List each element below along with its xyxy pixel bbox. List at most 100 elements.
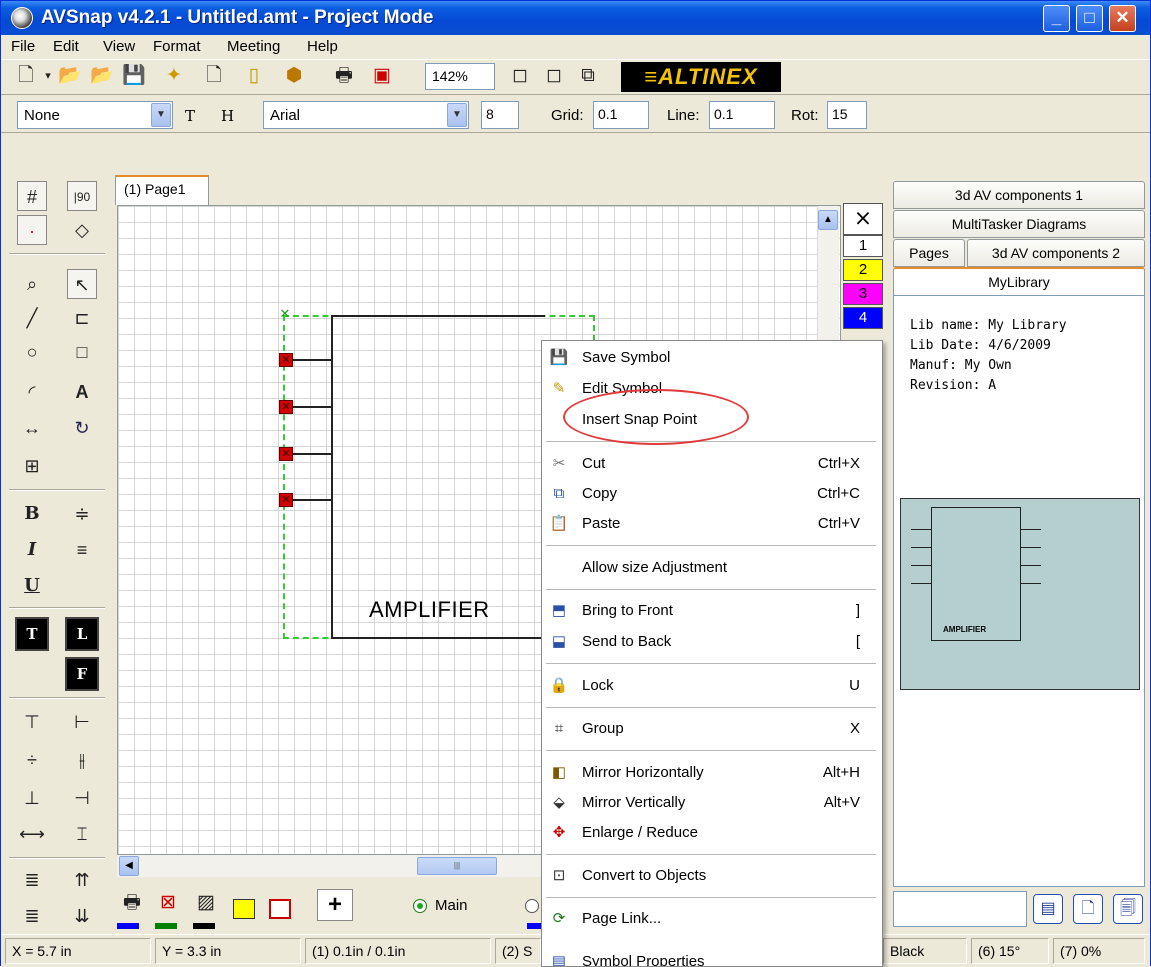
black-swatch[interactable] [193,923,215,929]
main-radio[interactable] [413,899,427,913]
menu-format[interactable]: Format [153,38,201,55]
other-radio[interactable] [525,899,539,913]
align-middle-icon[interactable]: ÷ [17,745,47,775]
align-center-icon[interactable]: ≑ [67,499,97,529]
chevron-down-icon[interactable]: ▼ [447,103,467,127]
close-button[interactable]: ✕ [1109,5,1136,32]
dimension-icon[interactable]: ↔ [17,413,47,443]
menu-meeting[interactable]: Meeting [227,38,280,55]
tab-page1[interactable]: (1) Page1 [115,175,209,205]
grid-field[interactable]: 0.1 [593,101,649,129]
detail-view-icon[interactable]: 🗐 [1113,894,1143,924]
menu-help[interactable]: Help [307,38,338,55]
tab-mylibrary[interactable]: MyLibrary [893,267,1145,295]
menu-edit[interactable]: Edit [53,38,79,55]
text-tool-t[interactable]: T [185,107,195,125]
symbol-icon[interactable]: ▯ [241,64,267,90]
tab-3d-av-components-2[interactable]: 3d AV components 2 [967,239,1145,267]
printer-color-icon[interactable]: 🖶 [119,891,145,917]
menu-item-cut[interactable]: ✂ Cut Ctrl+X [542,449,882,479]
snap-point-marker[interactable]: ✕ [279,353,293,367]
menu-item-symbol-properties[interactable]: ▤ Symbol Properties [542,947,882,966]
green-swatch[interactable] [155,923,177,929]
page-landscape-icon[interactable]: ◻ [541,64,567,90]
align-center-v-icon[interactable]: ⫲ [67,745,97,775]
open-folder-star-icon[interactable]: 📂 [89,64,115,90]
magnifier-icon[interactable]: ⌕ [17,269,47,299]
image-icon[interactable]: ▨ [193,891,219,917]
rotate-icon[interactable]: ↻ [67,413,97,443]
align-top-icon[interactable]: ⊤ [17,707,47,737]
rectangle-icon[interactable]: □ [67,337,97,367]
layer-1[interactable]: 1 [843,235,883,257]
tab-3d-av-components-1[interactable]: 3d AV components 1 [893,181,1145,209]
zoom-field[interactable]: 142% [425,63,495,90]
menu-view[interactable]: View [103,38,135,55]
align-right-icon[interactable]: ⊣ [67,783,97,813]
menu-item-bring-to-front[interactable]: ⬒ Bring to Front ] [542,596,882,626]
line-icon[interactable]: ╱ [17,303,47,333]
order-bottom-icon[interactable]: ⇊ [67,901,97,931]
ellipse-icon[interactable]: ○ [17,337,47,367]
text-tool[interactable]: A [67,377,97,407]
underline-button[interactable]: U [17,571,47,601]
grid-icon[interactable]: # [17,181,47,211]
menu-item-save-symbol[interactable]: 💾 Save Symbol [542,343,882,373]
angle-90-button[interactable]: |90 [67,181,97,211]
add-button[interactable]: + [317,889,353,921]
menu-item-mirror-vertically[interactable]: ⬙ Mirror Vertically Alt+V [542,788,882,818]
menu-item-convert-to-objects[interactable]: ⊡ Convert to Objects [542,861,882,891]
page-icon[interactable]: 🗋 [201,64,227,90]
bold-button[interactable]: B [17,499,47,529]
space-horizontal-icon[interactable]: ⟷ [17,819,47,849]
page-view-icon[interactable]: 🗋 [1073,894,1103,924]
snap-point-marker[interactable]: ✕ [279,400,293,414]
order-down-icon[interactable]: ≣ [17,901,47,931]
print-icon[interactable]: 🖶 [331,64,357,90]
pages-icon[interactable]: ⧉ [575,64,601,90]
library-icon[interactable]: ⬢ [281,64,307,90]
font-select[interactable]: Arial ▼ [263,101,469,129]
node-icon[interactable]: ◇ [67,215,97,245]
space-vertical-icon[interactable]: ⌶ [67,819,97,849]
page-portrait-icon[interactable]: ◻ [507,64,533,90]
pointer-icon[interactable]: ↖ [67,269,97,299]
menu-item-allow-size-adjustment[interactable]: Allow size Adjustment [542,553,882,583]
font-size-field[interactable]: 8 [481,101,519,129]
chevron-down-icon[interactable]: ▼ [151,103,171,127]
line-color-button[interactable]: L [65,617,99,651]
menu-file[interactable]: File [11,38,35,55]
align-bottom-icon[interactable]: ⊥ [17,783,47,813]
symbol-preview[interactable]: AMPLIFIER [900,498,1140,690]
layer-3[interactable]: 3 [843,283,883,305]
save-icon[interactable]: 💾 [121,64,147,90]
rot-field[interactable]: 15 [827,101,867,129]
list-view-icon[interactable]: ▤ [1033,894,1063,924]
scroll-up-icon[interactable]: ▲ [818,210,838,230]
style-select[interactable]: None ▼ [17,101,173,129]
menu-item-paste[interactable]: 📋 Paste Ctrl+V [542,509,882,539]
align-left-icon[interactable]: ⊢ [67,707,97,737]
tab-multitasker-diagrams[interactable]: MultiTasker Diagrams [893,210,1145,238]
line-swatch[interactable] [269,899,291,919]
text-tool-h[interactable]: H [221,107,234,125]
minimize-button[interactable]: _ [1043,5,1070,32]
snap-point-marker[interactable]: ✕ [279,493,293,507]
all-layers-icon[interactable]: ⨯ [843,203,883,235]
line-field[interactable]: 0.1 [709,101,775,129]
snap-point-icon[interactable]: · [17,215,47,245]
handle-icon[interactable]: ✕ [279,307,291,320]
justify-icon[interactable]: ≡ [67,535,97,565]
table-icon[interactable]: ⊞ [17,451,47,481]
library-search-field[interactable] [893,891,1027,927]
open-folder-icon[interactable]: 📂 [57,64,83,90]
layer-2[interactable]: 2 [843,259,883,281]
menu-item-enlarge-reduce[interactable]: ✥ Enlarge / Reduce [542,818,882,848]
tab-pages[interactable]: Pages [893,239,965,267]
menu-item-page-link[interactable]: ⟳ Page Link... [542,904,882,934]
frame-icon[interactable]: ▣ [369,64,395,90]
scroll-thumb[interactable]: ||| [417,857,497,875]
connector-icon[interactable]: ⊏ [67,303,97,333]
text-color-button[interactable]: T [15,617,49,651]
new-page-icon[interactable]: ✦ [161,64,187,90]
